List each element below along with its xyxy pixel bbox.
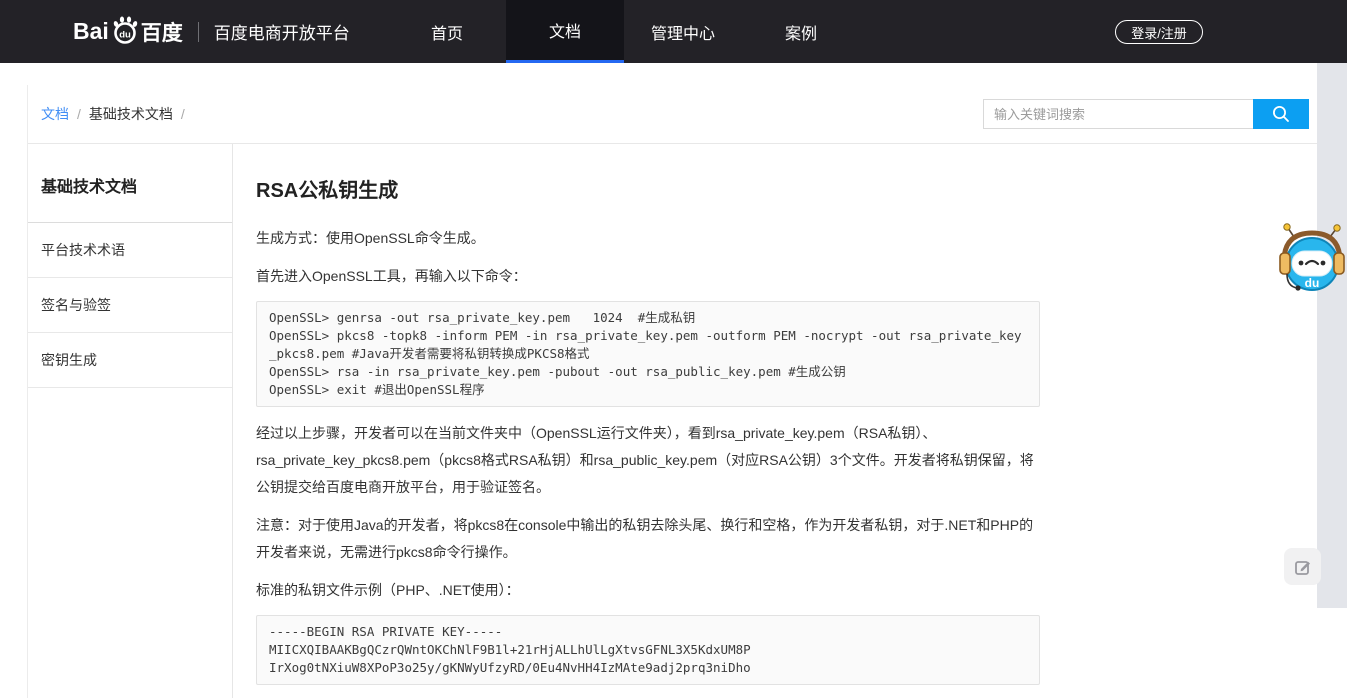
baidu-paw-icon: du [110, 15, 140, 45]
top-navbar: Bai du 百度 百度电商开放平台 首页 文档 管理中心 案例 登录/注册 [0, 0, 1347, 63]
breadcrumb-link-docs[interactable]: 文档 [41, 104, 69, 124]
breadcrumb-separator: / [181, 106, 185, 122]
logo-divider [198, 22, 199, 42]
sidebar: 基础技术文档 平台技术术语 签名与验签 密钥生成 [28, 144, 233, 698]
search-input[interactable] [983, 99, 1253, 129]
site-name: 百度电商开放平台 [214, 19, 350, 44]
page-container: 文档 / 基础技术文档 / 基础技术文档 平台技术术语 签名与验签 密钥生成 R… [27, 85, 1317, 698]
nav-item-home[interactable]: 首页 [388, 0, 506, 63]
sidebar-item-key-generation[interactable]: 密钥生成 [28, 333, 232, 388]
content-row: 基础技术文档 平台技术术语 签名与验签 密钥生成 RSA公私钥生成 生成方式：使… [28, 144, 1317, 698]
nav-item-cases[interactable]: 案例 [742, 0, 860, 63]
scrollbar-track[interactable] [1317, 63, 1347, 608]
sidebar-title: 基础技术文档 [28, 144, 232, 223]
page-title: RSA公私钥生成 [256, 174, 1040, 203]
svg-text:du: du [119, 29, 131, 40]
logo-text-bai: Bai [73, 18, 109, 45]
sidebar-item-platform-terms[interactable]: 平台技术术语 [28, 223, 232, 278]
search-button[interactable] [1253, 99, 1309, 129]
feedback-edit-button[interactable] [1284, 548, 1321, 585]
search-bar [983, 99, 1309, 129]
paragraph-steps-result: 经过以上步骤，开发者可以在当前文件夹中（OpenSSL运行文件夹），看到rsa_… [256, 420, 1040, 501]
code-block-openssl-commands: OpenSSL> genrsa -out rsa_private_key.pem… [256, 301, 1040, 407]
breadcrumb: 文档 / 基础技术文档 / [41, 104, 185, 124]
du-robot-assistant[interactable]: du [1279, 223, 1345, 295]
paragraph-generate-method: 生成方式：使用OpenSSL命令生成。 [256, 225, 1040, 252]
breadcrumb-current: 基础技术文档 [89, 104, 173, 124]
breadcrumb-separator: / [77, 106, 81, 122]
edit-pencil-icon [1294, 558, 1312, 576]
du-robot-icon: du [1279, 223, 1345, 295]
paragraph-java-note: 注意：对于使用Java的开发者，将pkcs8在console中输出的私钥去除头尾… [256, 512, 1040, 566]
nav-item-docs[interactable]: 文档 [506, 0, 624, 63]
paragraph-key-example-label: 标准的私钥文件示例（PHP、.NET使用）： [256, 577, 1040, 604]
sidebar-item-sign-verify[interactable]: 签名与验签 [28, 278, 232, 333]
main-nav: 首页 文档 管理中心 案例 [388, 0, 860, 63]
paragraph-enter-openssl: 首先进入OpenSSL工具，再输入以下命令： [256, 263, 1040, 290]
login-register-button[interactable]: 登录/注册 [1115, 20, 1203, 44]
code-block-private-key-example: -----BEGIN RSA PRIVATE KEY----- MIICXQIB… [256, 615, 1040, 685]
doc-main: RSA公私钥生成 生成方式：使用OpenSSL命令生成。 首先进入OpenSSL… [233, 144, 1040, 698]
search-icon [1271, 104, 1291, 124]
baidu-logo[interactable]: Bai du 百度 百度电商开放平台 [73, 17, 350, 47]
logo-text-baidu-cn: 百度 [141, 17, 183, 47]
svg-text:du: du [1305, 276, 1320, 290]
breadcrumb-bar: 文档 / 基础技术文档 / [28, 85, 1317, 144]
nav-item-console[interactable]: 管理中心 [624, 0, 742, 63]
